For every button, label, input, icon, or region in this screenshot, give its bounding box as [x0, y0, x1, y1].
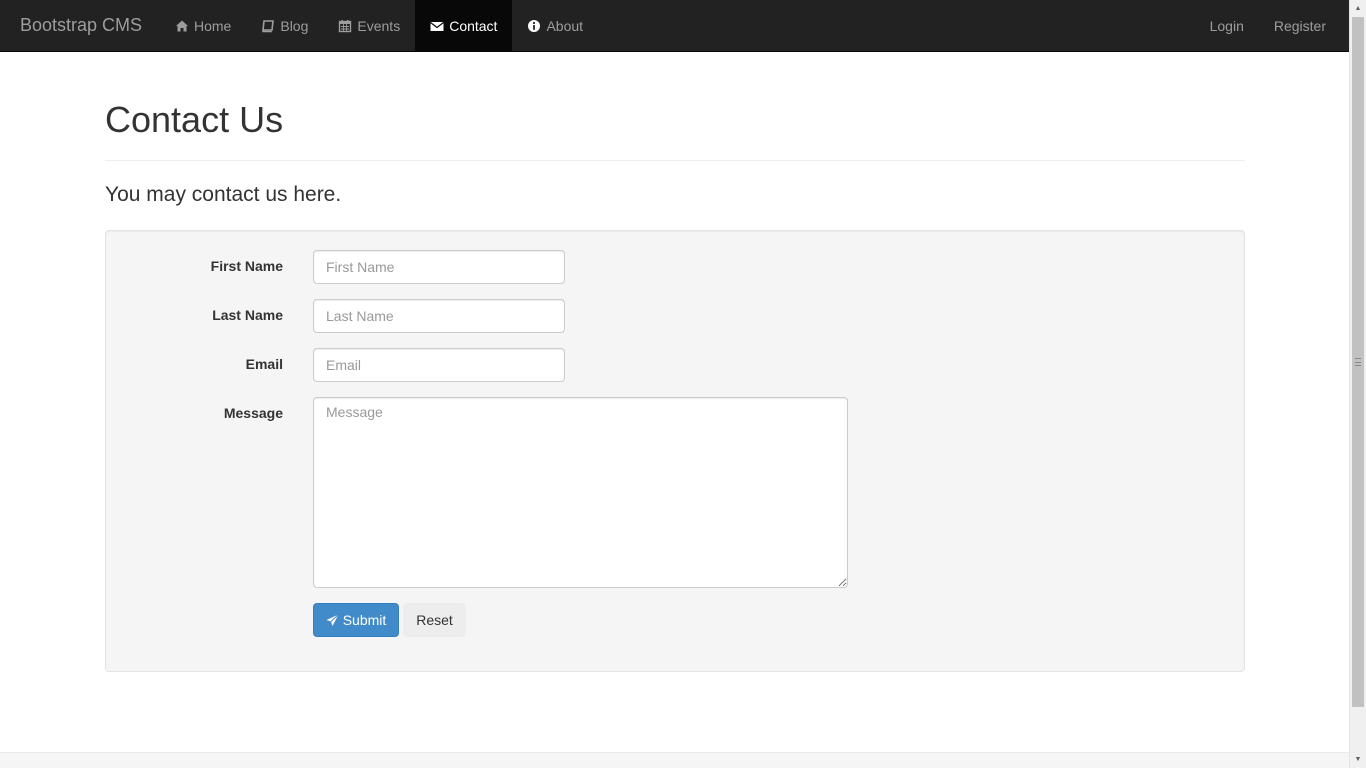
- scroll-up-arrow-icon[interactable]: ▲: [1350, 0, 1366, 17]
- footer: [0, 752, 1349, 768]
- nav-item-events[interactable]: Events: [323, 0, 415, 51]
- top-navbar: Bootstrap CMS Home Blog Events Contact A…: [0, 0, 1349, 52]
- scroll-thumb[interactable]: [1352, 17, 1364, 707]
- submit-button[interactable]: Submit: [313, 603, 399, 637]
- email-input[interactable]: [313, 348, 565, 382]
- nav-item-label: About: [546, 17, 584, 34]
- first-name-label: First Name: [210, 258, 283, 274]
- calendar-icon: [338, 19, 352, 33]
- book-icon: [261, 19, 275, 33]
- home-icon: [175, 19, 189, 33]
- info-icon: [527, 19, 541, 33]
- nav-item-about[interactable]: About: [512, 0, 598, 51]
- last-name-label: Last Name: [212, 307, 283, 323]
- login-link[interactable]: Login: [1195, 0, 1259, 51]
- submit-label: Submit: [342, 612, 387, 628]
- envelope-icon: [430, 19, 445, 33]
- nav-item-label: Blog: [280, 17, 309, 34]
- last-name-input[interactable]: [313, 299, 565, 333]
- message-textarea[interactable]: [313, 397, 848, 588]
- page-header: Contact Us: [105, 98, 1245, 161]
- reset-button[interactable]: Reset: [403, 603, 466, 637]
- vertical-scrollbar[interactable]: ▲ ▼: [1349, 0, 1366, 768]
- navbar-brand[interactable]: Bootstrap CMS: [0, 0, 160, 51]
- nav-item-contact[interactable]: Contact: [415, 0, 513, 51]
- nav-item-label: Events: [357, 17, 401, 34]
- page-title: Contact Us: [105, 99, 284, 140]
- nav-item-label: Contact: [449, 17, 498, 34]
- first-name-input[interactable]: [313, 250, 565, 284]
- nav-right: Login Register: [1195, 0, 1349, 51]
- email-label: Email: [245, 356, 283, 372]
- scroll-down-arrow-icon[interactable]: ▼: [1350, 751, 1366, 768]
- register-link[interactable]: Register: [1259, 0, 1341, 51]
- rocket-icon: [326, 613, 339, 627]
- grip-icon: [1355, 358, 1361, 366]
- nav-item-label: Home: [194, 17, 232, 34]
- nav-left: Home Blog Events Contact About: [160, 0, 598, 51]
- message-label: Message: [223, 405, 283, 421]
- nav-item-home[interactable]: Home: [160, 0, 246, 51]
- page-lead: You may contact us here.: [105, 183, 342, 206]
- nav-item-blog[interactable]: Blog: [246, 0, 323, 51]
